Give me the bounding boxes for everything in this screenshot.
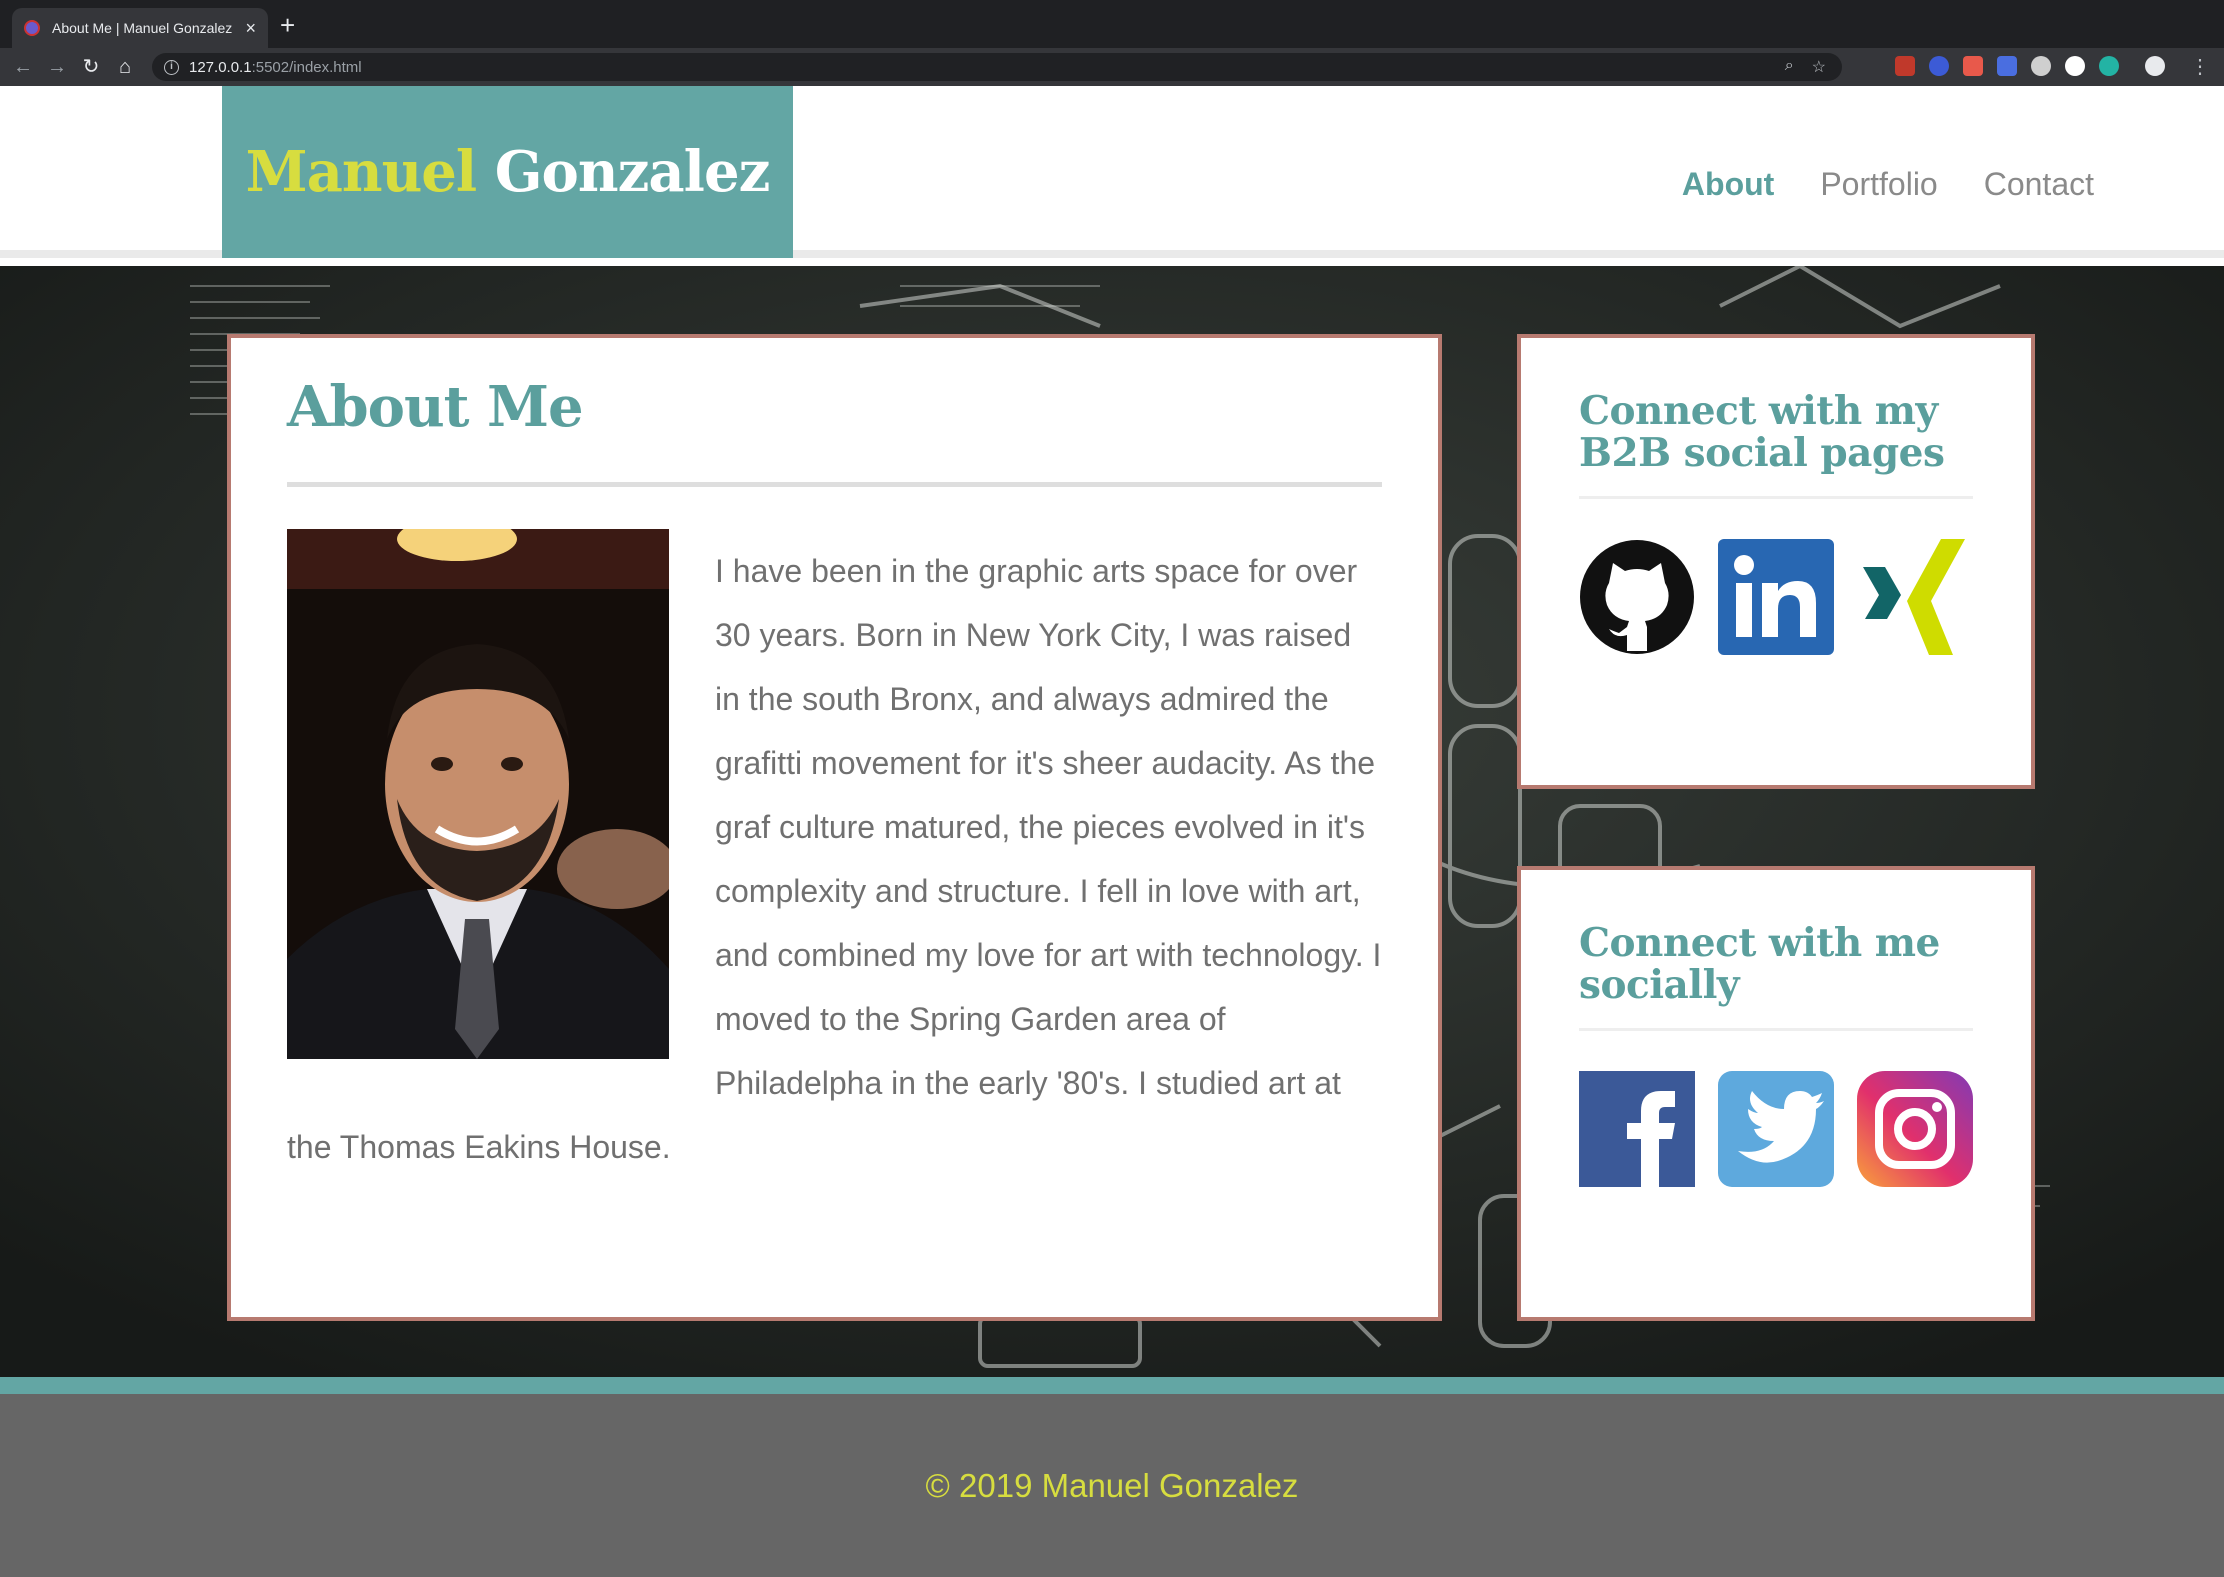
b2b-social-card: Connect with my B2B social pages: [1517, 334, 2035, 789]
linkedin-icon[interactable]: [1718, 539, 1834, 655]
site-footer: © 2019 Manuel Gonzalez: [0, 1394, 2224, 1577]
main-nav: About Portfolio Contact: [1682, 166, 2094, 203]
extension-icon[interactable]: [1929, 56, 1949, 76]
personal-social-title: Connect with me socially: [1579, 920, 1940, 1008]
extension-icon[interactable]: [1997, 56, 2017, 76]
extension-icon[interactable]: [2099, 56, 2119, 76]
bookmark-star-icon[interactable]: ☆: [1812, 57, 1826, 77]
extension-icon[interactable]: [1963, 56, 1983, 76]
nav-contact[interactable]: Contact: [1984, 166, 2094, 203]
favicon-icon: [24, 20, 40, 36]
logo-last-name: Gonzalez: [494, 139, 771, 205]
extension-icon[interactable]: [1895, 56, 1915, 76]
extensions-bar: [1895, 56, 2165, 76]
reload-icon[interactable]: ↻: [74, 48, 108, 86]
browser-tab-strip: About Me | Manuel Gonzalez × +: [0, 0, 2224, 48]
profile-avatar[interactable]: [2145, 56, 2165, 76]
nav-portfolio[interactable]: Portfolio: [1820, 166, 1937, 203]
divider: [1579, 496, 1973, 499]
site-info-icon[interactable]: i: [164, 59, 179, 75]
back-icon[interactable]: ←: [6, 48, 40, 86]
personal-icon-row: [1579, 1071, 1973, 1187]
xing-icon[interactable]: [1857, 539, 1973, 655]
address-bar[interactable]: i 127.0.0.1 :5502/index.html ⌕ ☆: [152, 53, 1842, 81]
url-path: :5502/index.html: [251, 58, 362, 76]
logo[interactable]: Manuel Gonzalez: [222, 86, 793, 258]
extension-icon[interactable]: [2065, 56, 2085, 76]
instagram-icon[interactable]: [1857, 1071, 1973, 1187]
tab-title: About Me | Manuel Gonzalez: [52, 20, 233, 36]
page-title: About Me: [287, 374, 584, 440]
browser-menu-icon[interactable]: ⋮: [2190, 54, 2210, 79]
profile-photo: [287, 529, 669, 1059]
divider: [1579, 1028, 1973, 1031]
home-icon[interactable]: ⌂: [108, 48, 142, 86]
new-tab-icon[interactable]: +: [280, 10, 295, 40]
b2b-icon-row: [1579, 539, 1973, 655]
zoom-icon[interactable]: ⌕: [1785, 57, 1794, 77]
nav-about[interactable]: About: [1682, 166, 1774, 203]
browser-tab[interactable]: About Me | Manuel Gonzalez ×: [12, 8, 268, 48]
footer-accent-strip: [0, 1377, 2224, 1394]
twitter-icon[interactable]: [1718, 1071, 1834, 1187]
facebook-icon[interactable]: [1579, 1071, 1695, 1187]
github-icon[interactable]: [1579, 539, 1695, 655]
personal-social-card: Connect with me socially: [1517, 866, 2035, 1321]
copyright-text: © 2019 Manuel Gonzalez: [925, 1466, 1299, 1504]
logo-first-name: Manuel: [245, 139, 478, 205]
b2b-social-title: Connect with my B2B social pages: [1579, 388, 1945, 476]
url-host: 127.0.0.1: [189, 58, 252, 76]
extension-icon[interactable]: [2031, 56, 2051, 76]
about-card: About Me I have been in the graphic arts…: [227, 334, 1442, 1321]
close-tab-icon[interactable]: ×: [245, 19, 256, 37]
forward-icon[interactable]: →: [40, 48, 74, 86]
site-header: Manuel Gonzalez About Portfolio Contact: [0, 86, 2224, 258]
browser-toolbar: ← → ↻ ⌂ i 127.0.0.1 :5502/index.html ⌕ ☆…: [0, 48, 2224, 86]
divider: [287, 482, 1382, 487]
